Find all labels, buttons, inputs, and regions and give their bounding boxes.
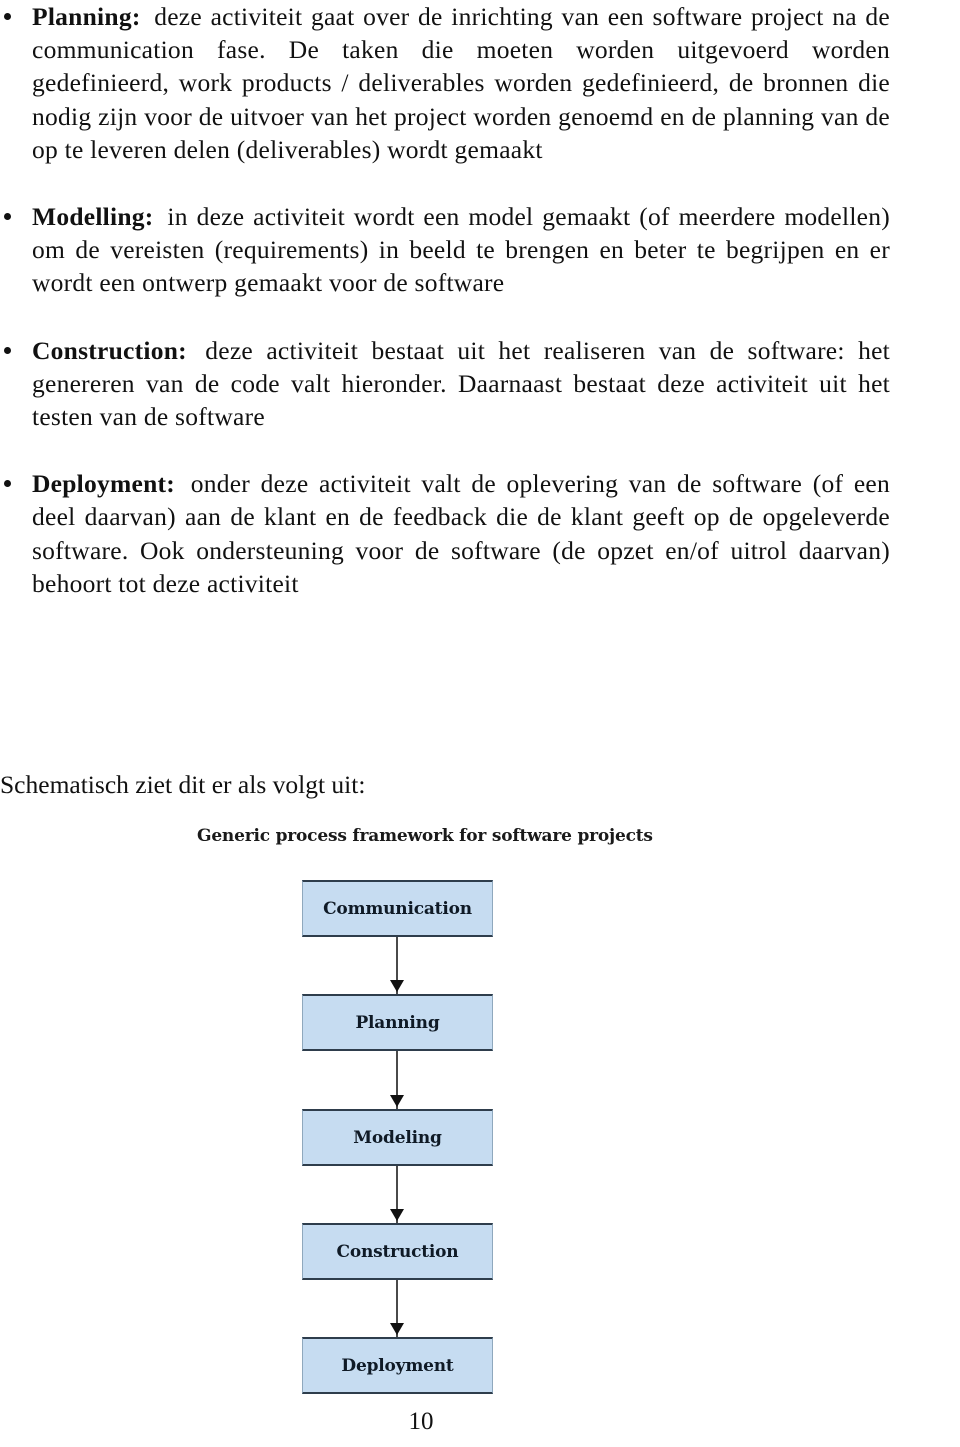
document-page: Planning: deze activiteit gaat over de i… xyxy=(0,0,960,1447)
flow-node-deployment: Deployment xyxy=(302,1337,493,1394)
list-item-lead: Modelling: xyxy=(32,202,154,232)
page-number: 10 xyxy=(408,1408,434,1435)
flow-node-label: Modeling xyxy=(353,1127,442,1148)
list-item-modelling: Modelling: in deze activiteit wordt een … xyxy=(0,200,890,300)
schema-intro-text: Schematisch ziet dit er als volgt uit: xyxy=(0,770,366,799)
bullet-dot-icon xyxy=(4,480,11,488)
flow-node-planning: Planning xyxy=(302,994,493,1051)
flow-node-label: Deployment xyxy=(341,1355,454,1376)
process-framework-figure: Generic process framework for software p… xyxy=(0,826,960,1406)
figure-title: Generic process framework for software p… xyxy=(197,826,653,846)
list-item-text: in deze activiteit wordt een model gemaa… xyxy=(32,202,890,298)
bullet-dot-icon xyxy=(4,213,11,221)
flow-node-label: Planning xyxy=(355,1012,440,1033)
flow-node-modeling: Modeling xyxy=(302,1109,493,1166)
flow-node-communication: Communication xyxy=(302,880,493,937)
arrow-down-icon xyxy=(390,1209,404,1221)
arrow-down-icon xyxy=(390,980,404,992)
list-item-deployment: Deployment: onder deze activiteit valt d… xyxy=(0,467,890,600)
list-item-lead: Deployment: xyxy=(32,469,176,499)
bullet-dot-icon xyxy=(4,346,11,354)
process-flow-diagram: Communication Planning Modeling Construc… xyxy=(302,880,502,1400)
arrow-down-icon xyxy=(390,1323,404,1335)
flow-node-label: Communication xyxy=(323,898,472,919)
flow-node-construction: Construction xyxy=(302,1223,493,1280)
list-item-construction: Construction: deze activiteit bestaat ui… xyxy=(0,334,890,434)
arrow-down-icon xyxy=(390,1095,404,1107)
list-item-text: deze activiteit gaat over de inrichting … xyxy=(32,2,890,164)
activity-bullet-list: Planning: deze activiteit gaat over de i… xyxy=(0,0,890,600)
list-item-lead: Construction: xyxy=(32,335,187,365)
list-item-planning: Planning: deze activiteit gaat over de i… xyxy=(0,0,890,166)
list-item-lead: Planning: xyxy=(32,2,141,31)
flow-node-label: Construction xyxy=(336,1241,459,1262)
bullet-dot-icon xyxy=(4,13,11,20)
